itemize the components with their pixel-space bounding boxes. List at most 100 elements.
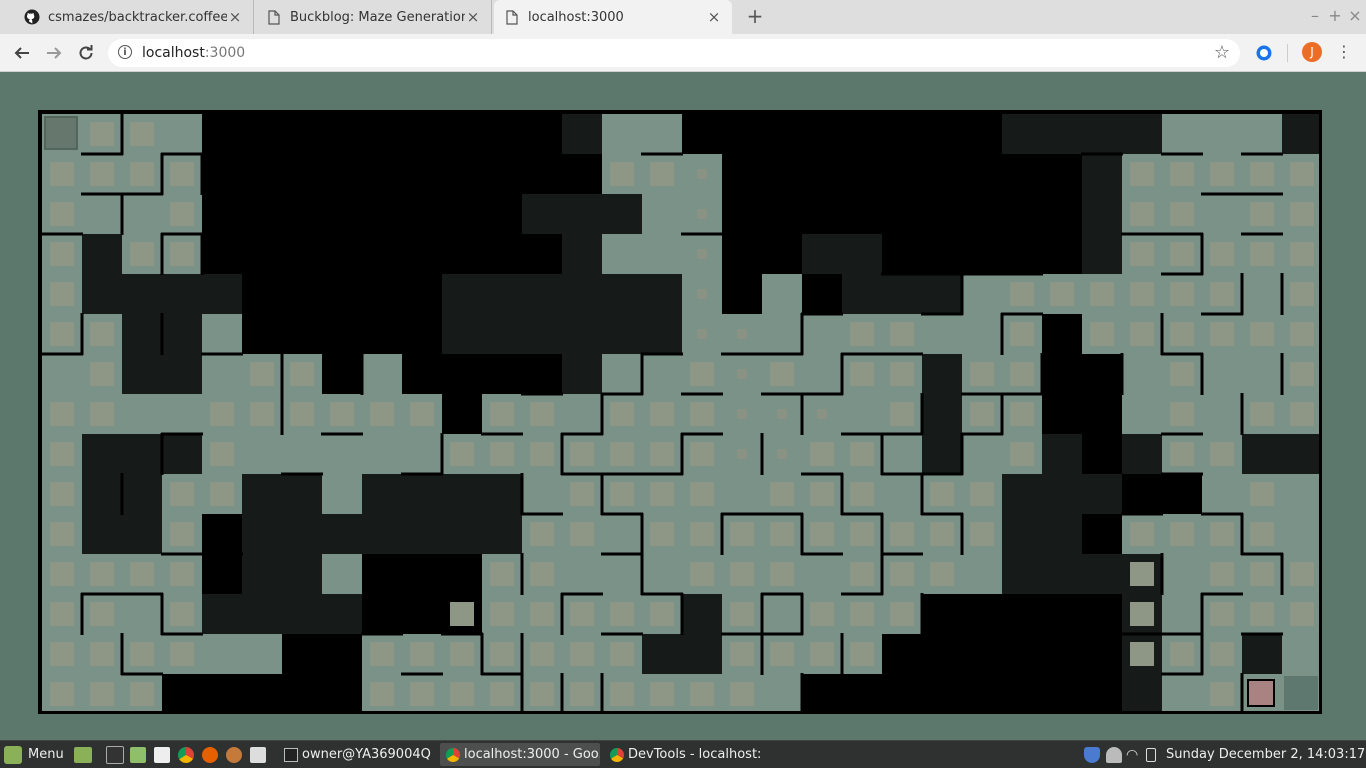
media-launcher-icon[interactable] [250, 741, 266, 768]
maze-marker [250, 402, 274, 426]
maze-cell-open [42, 354, 82, 394]
maze-cell-unvisited [402, 194, 442, 234]
app-launcher-icon[interactable] [226, 741, 242, 768]
taskbar-window-terminal[interactable]: owner@YA369004Q ... [278, 743, 436, 766]
maze-wall [401, 472, 443, 476]
maze-cell-open [562, 394, 602, 434]
more-menu-icon[interactable]: ⋮ [1336, 42, 1352, 64]
maze-marker [50, 682, 74, 706]
maze-wall [1161, 672, 1203, 676]
maze-wall [321, 432, 363, 436]
shield-icon[interactable] [1084, 741, 1100, 768]
battery-icon[interactable] [1146, 741, 1156, 768]
terminal-launcher-icon[interactable] [106, 741, 124, 768]
maze-cell-dark [1082, 554, 1122, 594]
files-launcher-icon[interactable] [130, 741, 146, 768]
maze-wall [841, 352, 883, 356]
maze-wall [200, 233, 204, 275]
close-tab-icon[interactable]: × [465, 8, 481, 26]
maze-cell-dark [122, 434, 162, 474]
user-icon[interactable] [1106, 741, 1122, 768]
maze-cell-unvisited [562, 154, 602, 194]
maximize-button[interactable]: + [1326, 6, 1344, 25]
maze-cell-open [202, 634, 242, 674]
minimize-button[interactable]: – [1306, 6, 1324, 25]
maze-cell-dark [362, 474, 402, 514]
maze-marker [610, 402, 634, 426]
taskbar-window-devtools[interactable]: DevTools - localhost:... [604, 743, 760, 766]
maze-cell-unvisited [1082, 514, 1122, 554]
tab-buckblog[interactable]: Buckblog: Maze Generation: Gr × [256, 0, 492, 34]
maze-marker [1290, 362, 1314, 386]
maze-wall [520, 633, 524, 675]
new-tab-button[interactable]: + [744, 4, 766, 28]
maze-marker [1290, 562, 1314, 586]
start-menu-button[interactable]: Menu [4, 741, 64, 768]
maze-marker [1010, 322, 1034, 346]
maze-cell-unvisited [762, 194, 802, 234]
maze-marker [970, 362, 994, 386]
maze-marker [890, 402, 914, 426]
profile-avatar[interactable]: J [1302, 42, 1322, 62]
maze-marker [1170, 162, 1194, 186]
maze-cell-dark [322, 514, 362, 554]
maze-cell-dark [162, 274, 202, 314]
maze-cell-dark [1042, 554, 1082, 594]
maze-marker [1210, 322, 1234, 346]
maze-marker-small [737, 409, 747, 419]
maze-cell-dark [682, 594, 722, 634]
close-window-button[interactable]: × [1346, 6, 1364, 25]
maze-cell-open [1162, 554, 1202, 594]
bookmark-star-icon[interactable]: ☆ [1214, 42, 1230, 63]
reload-button[interactable] [74, 41, 98, 65]
maze-wall [881, 272, 923, 276]
maze-marker [930, 522, 954, 546]
maze-cell-unvisited [962, 194, 1002, 234]
chrome-launcher-icon[interactable] [178, 741, 194, 768]
clock[interactable]: Sunday December 2, 14:03:17 [1166, 741, 1365, 768]
maze-cell-unvisited [322, 274, 362, 314]
maze-wall [121, 672, 163, 676]
maze-cell-dark [202, 594, 242, 634]
firefox-launcher-icon[interactable] [202, 741, 218, 768]
maze-wall [440, 433, 444, 475]
close-tab-icon[interactable]: × [227, 8, 243, 26]
maze-wall [280, 393, 284, 435]
maze-wall [120, 633, 124, 675]
maze-wall [161, 152, 203, 156]
tab-github[interactable]: csmazes/backtracker.coffee at × [14, 0, 254, 34]
maze-marker [170, 242, 194, 266]
maze-marker [890, 562, 914, 586]
maze-marker [130, 642, 154, 666]
maze-cell-dark [922, 274, 962, 314]
maze-cell-dark [282, 554, 322, 594]
show-desktop-icon[interactable] [74, 741, 92, 768]
maze-marker [210, 442, 234, 466]
maze-wall [80, 593, 84, 635]
extension-icon[interactable] [1255, 44, 1273, 62]
maze-cell-unvisited [362, 194, 402, 234]
maze-cell-unvisited [922, 154, 962, 194]
maze-marker [50, 162, 74, 186]
maze-cell-unvisited [882, 194, 922, 234]
address-bar[interactable]: i localhost:3000 ☆ [108, 39, 1240, 67]
text-editor-launcher-icon[interactable] [154, 741, 170, 768]
wifi-icon[interactable]: ◠ [1126, 741, 1138, 768]
maze-wall [160, 153, 164, 195]
url-text[interactable]: localhost:3000 [142, 45, 245, 61]
close-tab-icon[interactable]: × [706, 8, 722, 26]
maze-marker [850, 482, 874, 506]
maze-marker [930, 482, 954, 506]
taskbar-window-chrome[interactable]: localhost:3000 - Goo... [440, 743, 600, 766]
maze-cell-dark [1042, 474, 1082, 514]
maze-marker [490, 682, 514, 706]
back-button[interactable] [10, 41, 34, 65]
maze-cell-unvisited [242, 154, 282, 194]
maze-cell-dark [1122, 674, 1162, 714]
maze-cell-unvisited [362, 554, 402, 594]
forward-button[interactable] [42, 41, 66, 65]
info-icon[interactable]: i [118, 45, 132, 59]
maze-cell-open [1202, 114, 1242, 154]
maze-cell-unvisited [682, 114, 722, 154]
tab-localhost[interactable]: localhost:3000 × [494, 0, 732, 34]
